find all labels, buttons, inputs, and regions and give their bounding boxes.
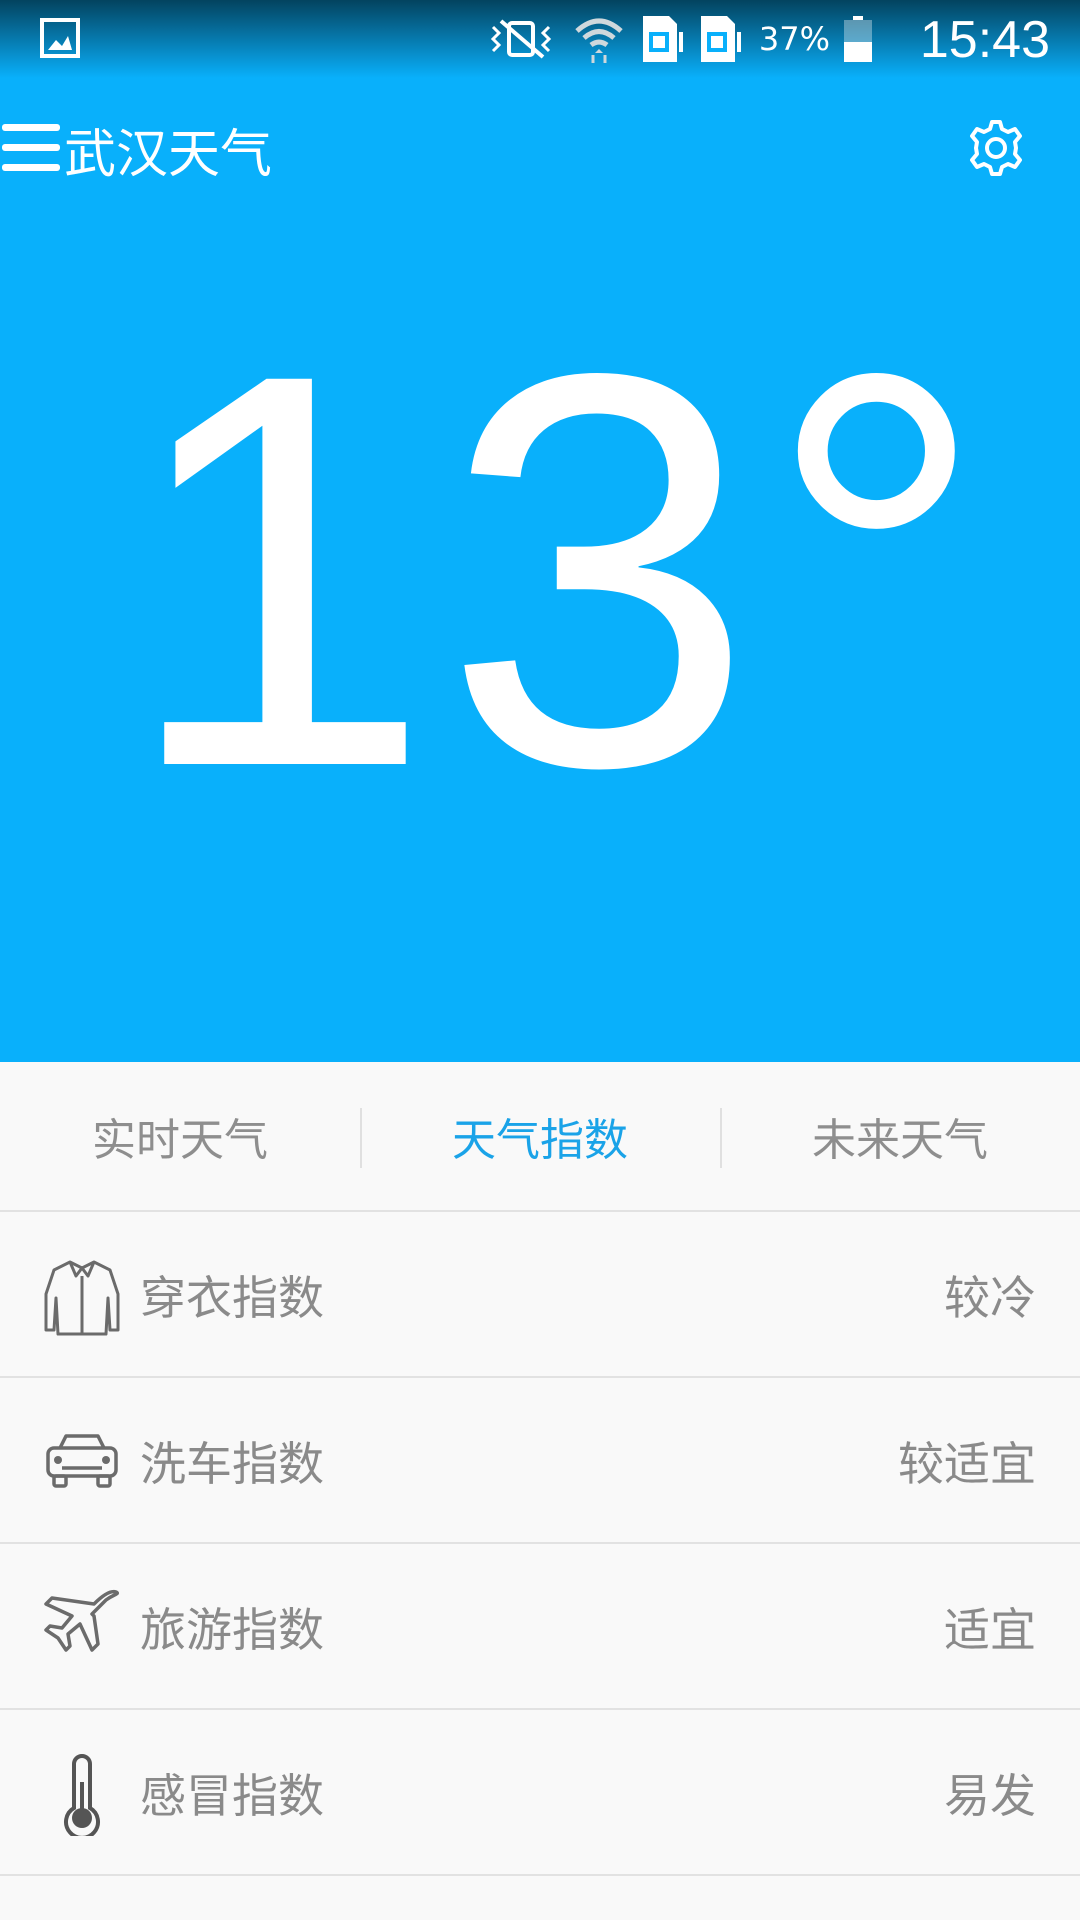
index-label: 旅游指数 [140, 1603, 324, 1657]
page-title: 武汉天气 [64, 125, 273, 185]
hamburger-menu-icon[interactable] [2, 124, 62, 176]
list-item-cold-index[interactable]: 感冒指数 易发 [0, 1710, 1080, 1876]
index-list: 穿衣指数 较冷 洗车指数 较适宜 旅游指数 适宜 感冒指数 易发 [0, 1212, 1080, 1876]
list-item-clothing-index[interactable]: 穿衣指数 较冷 [0, 1212, 1080, 1378]
list-item-travel-index[interactable]: 旅游指数 适宜 [0, 1544, 1080, 1710]
index-label: 穿衣指数 [140, 1271, 324, 1325]
tab-weather-index[interactable]: 天气指数 [360, 1062, 720, 1210]
car-icon [46, 1434, 118, 1488]
status-bar: 37% 15:43 [0, 0, 1080, 78]
clock: 15:43 [919, 11, 1050, 69]
battery-icon [844, 16, 872, 62]
index-value: 适宜 [944, 1603, 1036, 1657]
gallery-icon [40, 18, 80, 58]
thermometer-icon [64, 1754, 100, 1836]
index-value: 较冷 [944, 1271, 1036, 1325]
list-item-car-wash-index[interactable]: 洗车指数 较适宜 [0, 1378, 1080, 1544]
weather-header: 37% 15:43 武汉天气 13° [0, 0, 1080, 1062]
index-label: 感冒指数 [140, 1769, 324, 1823]
current-temperature: 13° [0, 290, 1080, 850]
index-label: 洗车指数 [140, 1437, 324, 1491]
shirt-icon [44, 1260, 120, 1336]
sim2-icon [700, 16, 741, 62]
app-bar: 武汉天气 [0, 96, 1080, 200]
screen: 37% 15:43 武汉天气 13° 实时天气 天气指数 未来天气 穿衣指数 较… [0, 0, 1080, 1920]
airplane-icon [44, 1589, 119, 1652]
gear-icon[interactable] [964, 116, 1028, 180]
wifi-icon [575, 18, 623, 63]
tab-future-weather[interactable]: 未来天气 [720, 1062, 1080, 1210]
sim1-icon [642, 16, 683, 62]
index-value: 易发 [944, 1769, 1036, 1823]
index-value: 较适宜 [898, 1437, 1036, 1491]
tab-bar: 实时天气 天气指数 未来天气 [0, 1062, 1080, 1212]
status-icons: 37% [487, 12, 872, 66]
tab-realtime-weather[interactable]: 实时天气 [0, 1062, 360, 1210]
vibrate-off-icon [490, 19, 551, 59]
battery-percent: 37% [758, 20, 830, 58]
temperature-value: 13° [121, 257, 999, 883]
